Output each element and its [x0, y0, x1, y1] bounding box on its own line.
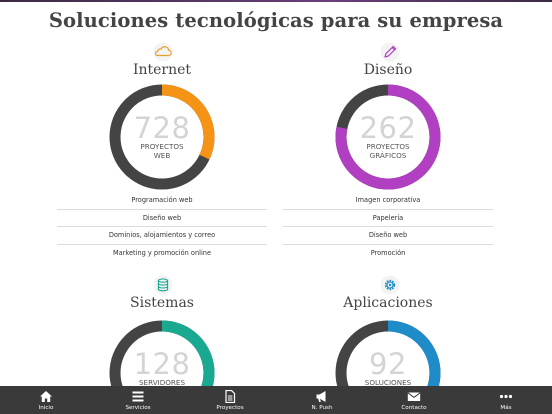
list-item[interactable]: Programación web — [57, 192, 267, 210]
more-icon — [499, 390, 513, 403]
tab-inicio[interactable]: Inicio — [0, 386, 92, 414]
count-caption: PROYECTOS GRÁFICOS — [334, 142, 442, 160]
tab-proyectos[interactable]: Proyectos — [184, 386, 276, 414]
tab-label: N. Push — [311, 405, 333, 411]
service-list: Imagen corporativa Papelería Diseño web … — [283, 192, 493, 262]
home-icon — [39, 390, 53, 403]
caption-line: PROYECTOS — [366, 142, 410, 151]
cloud-icon — [151, 42, 175, 62]
tab-contacto[interactable]: Contacto — [368, 386, 460, 414]
list-item[interactable]: Dominios, alojamientos y correo — [57, 227, 267, 245]
tab-mas[interactable]: Más — [460, 386, 552, 414]
service-list: Programación web Diseño web Dominios, al… — [57, 192, 267, 262]
count-caption: PROYECTOS WEB — [108, 142, 216, 160]
tab-n-push[interactable]: N. Push — [276, 386, 368, 414]
donut-internet: 728 PROYECTOS WEB — [108, 83, 216, 191]
caption-line: WEB — [153, 151, 171, 160]
section-title: Sistemas — [130, 295, 194, 311]
envelope-icon — [407, 390, 421, 403]
tab-label: Inicio — [38, 405, 54, 411]
list-item[interactable]: Marketing y promoción online — [57, 245, 267, 263]
caption-line: GRÁFICOS — [369, 151, 407, 160]
page-title: Soluciones tecnológicas para su empresa — [48, 9, 504, 32]
caption-line: PROYECTOS — [140, 142, 184, 151]
list-item[interactable]: Promoción — [283, 245, 493, 263]
list-item[interactable]: Diseño web — [283, 227, 493, 245]
menu-icon — [131, 390, 145, 403]
pencil-icon — [378, 42, 402, 62]
donut-diseno: 262 PROYECTOS GRÁFICOS — [334, 83, 442, 191]
database-icon — [151, 275, 175, 295]
list-item[interactable]: Imagen corporativa — [283, 192, 493, 210]
section-title: Aplicaciones — [343, 295, 433, 311]
tab-label: Servicios — [125, 405, 151, 411]
tab-label: Contacto — [401, 405, 427, 411]
tab-label: Proyectos — [216, 405, 244, 411]
solution-count: 92 — [369, 347, 407, 381]
tab-label: Más — [500, 405, 512, 411]
section-title: Internet — [132, 62, 192, 78]
project-count: 262 — [359, 111, 417, 145]
list-item[interactable]: Papelería — [283, 210, 493, 227]
bottom-tab-bar: Inicio Servicios Proyectos N. Push Conta… — [0, 386, 552, 414]
gear-icon — [378, 275, 402, 295]
top-accent-strip — [0, 0, 552, 2]
section-title: Diseño — [363, 62, 413, 78]
document-icon — [223, 390, 237, 403]
megaphone-icon — [315, 390, 329, 403]
tab-servicios[interactable]: Servicios — [92, 386, 184, 414]
list-item[interactable]: Diseño web — [57, 210, 267, 227]
project-count: 728 — [133, 111, 191, 145]
server-count: 128 — [133, 347, 191, 381]
